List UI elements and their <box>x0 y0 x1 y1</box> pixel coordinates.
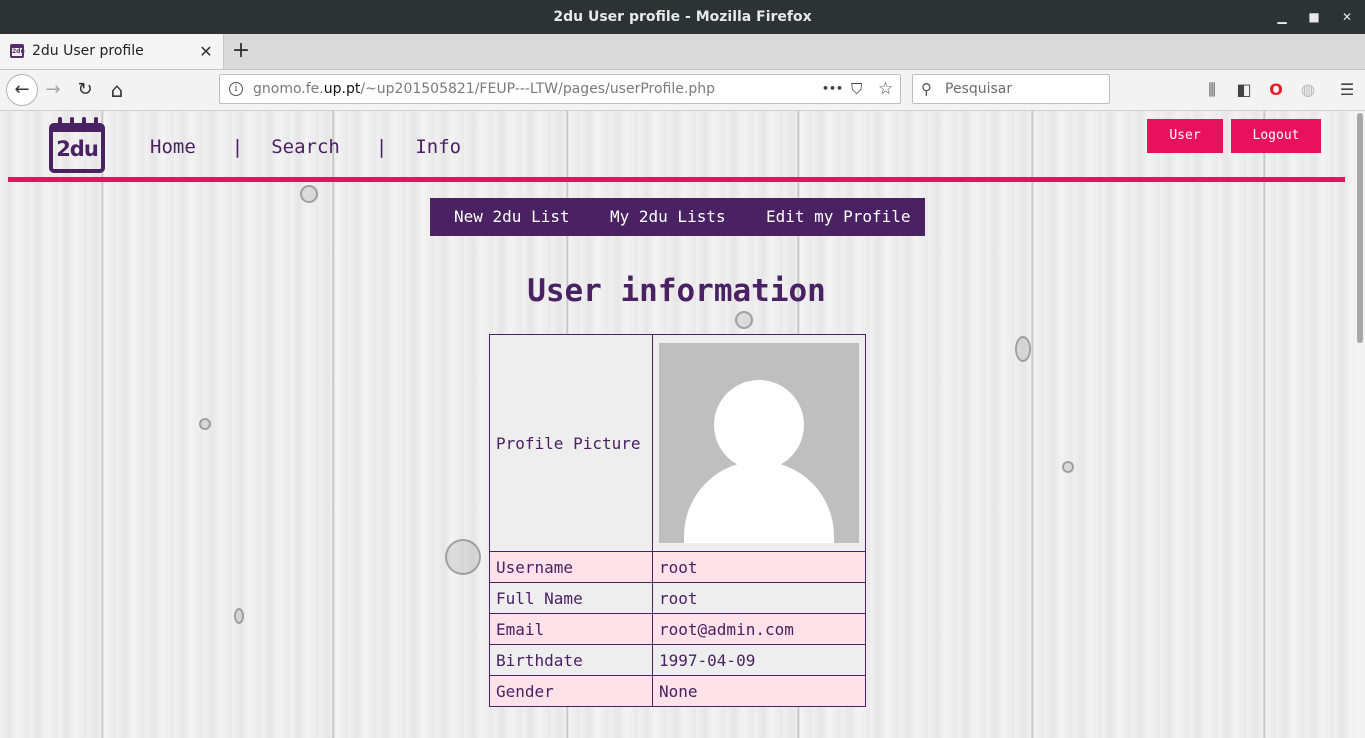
table-row: Profile Picture <box>489 334 866 552</box>
search-icon: ⚲ <box>921 80 932 98</box>
maximize-icon[interactable]: ■ <box>1300 0 1328 34</box>
row-key: Username <box>489 551 653 583</box>
navigation-toolbar: ← → ↻ ⌂ i gnomo.fe.up.pt/~up201505821/FE… <box>0 70 1365 111</box>
row-key: Birthdate <box>489 644 653 676</box>
pocket-icon[interactable]: ⛉ <box>851 75 862 103</box>
logo-text: 2du <box>56 137 99 161</box>
avatar-head <box>714 380 804 470</box>
nav-separator: | <box>231 136 244 158</box>
table-row: Email root@admin.com <box>489 613 866 645</box>
forward-button[interactable]: → <box>38 75 68 105</box>
row-key: Email <box>489 613 653 645</box>
url-text[interactable]: gnomo.fe.up.pt/~up201505821/FEUP---LTW/p… <box>253 75 715 103</box>
page-actions-icon[interactable]: ••• <box>822 75 843 103</box>
scrollbar-thumb[interactable] <box>1357 113 1363 343</box>
menu-icon[interactable]: ☰ <box>1334 75 1360 105</box>
page-title: User information <box>527 273 826 309</box>
window-title: 2du User profile - Mozilla Firefox <box>553 9 812 25</box>
back-button[interactable]: ← <box>6 74 38 106</box>
minimize-icon[interactable]: ▁ <box>1268 0 1296 34</box>
header-divider <box>8 177 1345 182</box>
globe-extension-icon[interactable]: ◍ <box>1295 75 1321 105</box>
nav-info-link[interactable]: Info <box>415 136 461 158</box>
wood-knot-decoration <box>199 418 211 430</box>
library-icon[interactable]: ⫼ <box>1199 75 1225 105</box>
profile-picture-label: Profile Picture <box>489 334 653 552</box>
row-value: root <box>652 551 866 583</box>
avatar-body <box>684 461 834 543</box>
edit-profile-link[interactable]: Edit my Profile <box>766 198 911 236</box>
wood-knot-decoration <box>234 608 244 624</box>
row-key: Full Name <box>489 582 653 614</box>
row-key: Gender <box>489 675 653 707</box>
new-list-link[interactable]: New 2du List <box>454 198 570 236</box>
new-tab-button[interactable]: + <box>230 34 252 69</box>
bookmark-star-icon[interactable]: ☆ <box>878 75 893 103</box>
main-nav: Home | Search | Info <box>150 136 461 158</box>
wood-knot-decoration <box>1015 336 1031 362</box>
tab-user-profile[interactable]: 2du 2du User profile ✕ <box>0 34 224 69</box>
wood-knot-decoration <box>1062 461 1074 473</box>
window-titlebar: 2du User profile - Mozilla Firefox ▁ ■ ✕ <box>0 0 1365 34</box>
close-window-icon[interactable]: ✕ <box>1333 0 1361 34</box>
logout-button[interactable]: Logout <box>1231 119 1321 153</box>
wood-knot-decoration <box>735 311 753 329</box>
nav-home-link[interactable]: Home <box>150 136 196 158</box>
home-button[interactable]: ⌂ <box>102 75 132 105</box>
profile-picture-cell <box>652 334 866 552</box>
avatar-placeholder-icon <box>659 343 859 543</box>
tab-close-icon[interactable]: ✕ <box>197 34 215 69</box>
row-value: root <box>652 582 866 614</box>
user-button[interactable]: User <box>1147 119 1223 153</box>
sidebar-icon[interactable]: ◧ <box>1231 75 1257 105</box>
user-info-table: Profile Picture Username root Full Name … <box>489 334 866 707</box>
site-info-icon[interactable]: i <box>229 82 243 96</box>
my-lists-link[interactable]: My 2du Lists <box>610 198 726 236</box>
site-logo[interactable]: 2du <box>48 117 106 173</box>
nav-separator: | <box>375 136 388 158</box>
nav-search-link[interactable]: Search <box>271 136 340 158</box>
search-bar[interactable]: ⚲ Pesquisar <box>912 74 1110 104</box>
table-row: Full Name root <box>489 582 866 614</box>
url-bar[interactable]: i gnomo.fe.up.pt/~up201505821/FEUP---LTW… <box>219 74 901 104</box>
page-scrollbar[interactable] <box>1355 111 1365 738</box>
tab-strip: 2du 2du User profile ✕ + <box>0 34 1365 70</box>
search-placeholder: Pesquisar <box>945 81 1013 97</box>
wood-knot-decoration <box>300 185 318 203</box>
opera-extension-icon[interactable]: O <box>1263 75 1289 105</box>
row-value: 1997-04-09 <box>652 644 866 676</box>
web-page: 2du Home | Search | Info User Logout New 2du… <box>0 111 1365 738</box>
profile-subnav: New 2du List My 2du Lists Edit my Profil… <box>430 198 925 236</box>
table-row: Username root <box>489 551 866 583</box>
calendar-favicon-icon: 2du <box>10 44 25 58</box>
tab-title: 2du User profile <box>32 43 144 59</box>
row-value: None <box>652 675 866 707</box>
table-row: Birthdate 1997-04-09 <box>489 644 866 676</box>
reload-button[interactable]: ↻ <box>70 75 100 105</box>
row-value: root@admin.com <box>652 613 866 645</box>
table-row: Gender None <box>489 675 866 707</box>
wood-knot-decoration <box>445 539 481 575</box>
